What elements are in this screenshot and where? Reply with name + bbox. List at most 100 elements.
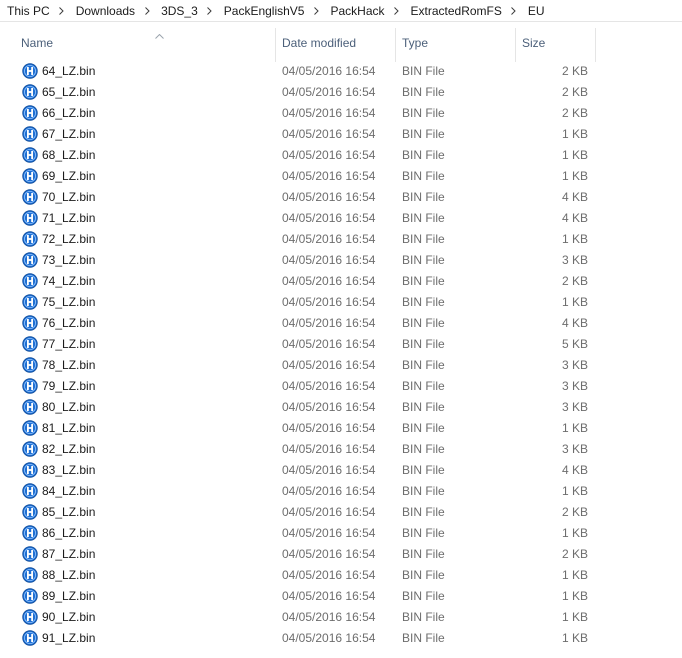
chevron-right-icon[interactable] — [309, 0, 323, 22]
chevron-right-icon[interactable] — [507, 0, 521, 22]
file-row[interactable]: 77_LZ.bin 04/05/2016 16:54 BIN File 5 KB — [0, 334, 682, 355]
hex-editor-file-icon — [22, 105, 38, 121]
file-date-modified: 04/05/2016 16:54 — [282, 505, 376, 519]
column-header-type[interactable]: Type — [396, 22, 516, 64]
file-row[interactable]: 87_LZ.bin 04/05/2016 16:54 BIN File 2 KB — [0, 544, 682, 565]
file-type: BIN File — [402, 547, 445, 561]
file-row[interactable]: 82_LZ.bin 04/05/2016 16:54 BIN File 3 KB — [0, 439, 682, 460]
breadcrumb-item[interactable]: ExtractedRomFS — [404, 0, 507, 22]
file-row[interactable]: 72_LZ.bin 04/05/2016 16:54 BIN File 1 KB — [0, 229, 682, 250]
file-size: 2 KB — [561, 547, 588, 561]
breadcrumb-item[interactable]: PackHack — [323, 0, 389, 22]
file-date-modified: 04/05/2016 16:54 — [282, 547, 376, 561]
file-type: BIN File — [402, 274, 445, 288]
file-name: 85_LZ.bin — [42, 505, 96, 519]
file-row[interactable]: 64_LZ.bin 04/05/2016 16:54 BIN File 2 KB — [0, 61, 682, 82]
file-date-modified: 04/05/2016 16:54 — [282, 610, 376, 624]
column-header-name[interactable]: Name — [15, 22, 276, 64]
file-row[interactable]: 68_LZ.bin 04/05/2016 16:54 BIN File 1 KB — [0, 145, 682, 166]
file-date-modified: 04/05/2016 16:54 — [282, 442, 376, 456]
file-row[interactable]: 91_LZ.bin 04/05/2016 16:54 BIN File 1 KB — [0, 628, 682, 649]
file-row[interactable]: 84_LZ.bin 04/05/2016 16:54 BIN File 1 KB — [0, 481, 682, 502]
breadcrumb-label: PackEnglishV5 — [223, 3, 305, 18]
file-date-modified: 04/05/2016 16:54 — [282, 400, 376, 414]
file-name: 72_LZ.bin — [42, 232, 96, 246]
hex-editor-file-icon — [22, 336, 38, 352]
breadcrumb-item[interactable]: PackEnglishV5 — [217, 0, 310, 22]
hex-editor-file-icon — [22, 231, 38, 247]
file-type: BIN File — [402, 610, 445, 624]
file-name: 68_LZ.bin — [42, 148, 96, 162]
file-size: 2 KB — [561, 274, 588, 288]
file-name: 83_LZ.bin — [42, 463, 96, 477]
file-row[interactable]: 83_LZ.bin 04/05/2016 16:54 BIN File 4 KB — [0, 460, 682, 481]
hex-editor-file-icon — [22, 189, 38, 205]
file-row[interactable]: 69_LZ.bin 04/05/2016 16:54 BIN File 1 KB — [0, 166, 682, 187]
breadcrumb-item[interactable]: This PC — [0, 0, 55, 22]
chevron-right-icon[interactable] — [390, 0, 404, 22]
file-name: 87_LZ.bin — [42, 547, 96, 561]
breadcrumb-item[interactable]: EU — [521, 0, 550, 22]
file-row[interactable]: 74_LZ.bin 04/05/2016 16:54 BIN File 2 KB — [0, 271, 682, 292]
file-row[interactable]: 81_LZ.bin 04/05/2016 16:54 BIN File 1 KB — [0, 418, 682, 439]
file-name: 69_LZ.bin — [42, 169, 96, 183]
chevron-right-icon[interactable] — [140, 0, 154, 22]
file-name: 64_LZ.bin — [42, 64, 96, 78]
file-type: BIN File — [402, 316, 445, 330]
file-row[interactable]: 76_LZ.bin 04/05/2016 16:54 BIN File 4 KB — [0, 313, 682, 334]
file-name: 70_LZ.bin — [42, 190, 96, 204]
file-row[interactable]: 78_LZ.bin 04/05/2016 16:54 BIN File 3 KB — [0, 355, 682, 376]
file-row[interactable]: 66_LZ.bin 04/05/2016 16:54 BIN File 2 KB — [0, 103, 682, 124]
file-row[interactable]: 89_LZ.bin 04/05/2016 16:54 BIN File 1 KB — [0, 586, 682, 607]
file-size: 1 KB — [561, 169, 588, 183]
file-size: 4 KB — [561, 211, 588, 225]
file-type: BIN File — [402, 85, 445, 99]
file-row[interactable]: 70_LZ.bin 04/05/2016 16:54 BIN File 4 KB — [0, 187, 682, 208]
column-header-size[interactable]: Size — [516, 22, 596, 64]
chevron-right-icon[interactable] — [55, 0, 69, 22]
hex-editor-file-icon — [22, 609, 38, 625]
hex-editor-file-icon — [22, 546, 38, 562]
file-row[interactable]: 75_LZ.bin 04/05/2016 16:54 BIN File 1 KB — [0, 292, 682, 313]
hex-editor-file-icon — [22, 273, 38, 289]
file-size: 1 KB — [561, 568, 588, 582]
file-row[interactable]: 90_LZ.bin 04/05/2016 16:54 BIN File 1 KB — [0, 607, 682, 628]
file-row[interactable]: 67_LZ.bin 04/05/2016 16:54 BIN File 1 KB — [0, 124, 682, 145]
file-row[interactable]: 85_LZ.bin 04/05/2016 16:54 BIN File 2 KB — [0, 502, 682, 523]
file-date-modified: 04/05/2016 16:54 — [282, 232, 376, 246]
hex-editor-file-icon — [22, 504, 38, 520]
file-name: 66_LZ.bin — [42, 106, 96, 120]
hex-editor-file-icon — [22, 210, 38, 226]
file-type: BIN File — [402, 526, 445, 540]
chevron-right-icon[interactable] — [203, 0, 217, 22]
hex-editor-file-icon — [22, 294, 38, 310]
file-date-modified: 04/05/2016 16:54 — [282, 526, 376, 540]
file-row[interactable]: 79_LZ.bin 04/05/2016 16:54 BIN File 3 KB — [0, 376, 682, 397]
breadcrumb-item[interactable]: 3DS_3 — [154, 0, 203, 22]
column-header-date-modified[interactable]: Date modified — [276, 22, 396, 64]
breadcrumb-item[interactable]: Downloads — [69, 0, 140, 22]
file-row[interactable]: 73_LZ.bin 04/05/2016 16:54 BIN File 3 KB — [0, 250, 682, 271]
file-type: BIN File — [402, 295, 445, 309]
file-row[interactable]: 71_LZ.bin 04/05/2016 16:54 BIN File 4 KB — [0, 208, 682, 229]
file-size: 3 KB — [561, 358, 588, 372]
file-type: BIN File — [402, 211, 445, 225]
file-name: 78_LZ.bin — [42, 358, 96, 372]
file-row[interactable]: 65_LZ.bin 04/05/2016 16:54 BIN File 2 KB — [0, 82, 682, 103]
file-row[interactable]: 86_LZ.bin 04/05/2016 16:54 BIN File 1 KB — [0, 523, 682, 544]
breadcrumb-label: PackHack — [330, 3, 385, 18]
file-row[interactable]: 80_LZ.bin 04/05/2016 16:54 BIN File 3 KB — [0, 397, 682, 418]
file-name: 77_LZ.bin — [42, 337, 96, 351]
hex-editor-file-icon — [22, 315, 38, 331]
file-name: 79_LZ.bin — [42, 379, 96, 393]
file-size: 1 KB — [561, 232, 588, 246]
hex-editor-file-icon — [22, 630, 38, 646]
hex-editor-file-icon — [22, 63, 38, 79]
file-name: 86_LZ.bin — [42, 526, 96, 540]
file-row[interactable]: 88_LZ.bin 04/05/2016 16:54 BIN File 1 KB — [0, 565, 682, 586]
file-type: BIN File — [402, 190, 445, 204]
file-size: 1 KB — [561, 631, 588, 645]
file-date-modified: 04/05/2016 16:54 — [282, 274, 376, 288]
file-name: 74_LZ.bin — [42, 274, 96, 288]
file-date-modified: 04/05/2016 16:54 — [282, 64, 376, 78]
